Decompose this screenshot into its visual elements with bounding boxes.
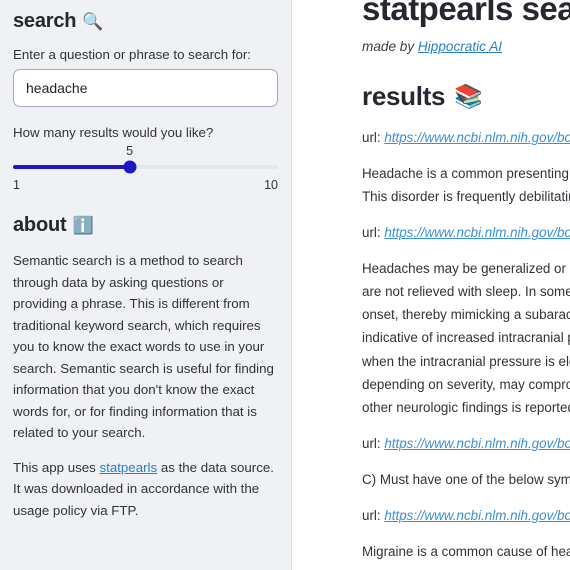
slider-value-badge: 5: [126, 144, 134, 158]
books-icon: 📚: [454, 83, 483, 110]
hippocratic-ai-link[interactable]: Hippocratic AI: [418, 39, 502, 54]
result-url-4: url: https://www.ncbi.nlm.nih.gov/books/…: [362, 508, 570, 523]
slider-min-label: 1: [13, 178, 20, 192]
result-text-4: Migraine is a common cause of headache, …: [362, 543, 570, 559]
about-heading-label: about: [13, 214, 67, 236]
result-url-1: url: https://www.ncbi.nlm.nih.gov/books/…: [362, 130, 570, 145]
url-label-4: url:: [362, 507, 385, 523]
statpearls-link[interactable]: statpearls: [99, 460, 157, 475]
url-label-3: url:: [362, 435, 385, 451]
app-root: search 🔍 Enter a question or phrase to s…: [0, 0, 570, 570]
sidebar: search 🔍 Enter a question or phrase to s…: [0, 0, 292, 570]
page-title: statpearls search: [362, 0, 570, 27]
result-text-3: C) Must have one of the below symptoms o…: [362, 471, 570, 487]
made-by-line: made by Hippocratic AI: [362, 39, 570, 54]
url-label-1: url:: [362, 130, 385, 146]
result-url-2: url: https://www.ncbi.nlm.nih.gov/books/…: [362, 225, 570, 240]
main-panel: statpearls search made by Hippocratic AI…: [292, 0, 570, 570]
main-content: statpearls search made by Hippocratic AI…: [292, 0, 570, 563]
result-link-2[interactable]: https://www.ncbi.nlm.nih.gov/books/NBK55…: [384, 225, 570, 240]
slider-thumb[interactable]: [123, 160, 137, 174]
result-text-1: Headache is a common presenting symptom …: [362, 166, 570, 205]
info-icon: ℹ️: [72, 216, 94, 235]
results-count-slider[interactable]: 5 1 10: [13, 144, 278, 192]
about-p2-pre: This app uses: [13, 459, 100, 475]
slider-fill: [13, 165, 130, 169]
slider-track[interactable]: [13, 160, 278, 174]
search-input[interactable]: headache: [13, 69, 278, 107]
result-text-2: Headaches may be generalized or diffuse,…: [362, 261, 570, 415]
made-by-prefix: made by: [362, 39, 418, 55]
search-icon: 🔍: [82, 12, 104, 31]
results-heading-label: results: [362, 81, 446, 112]
results-heading: results 📚: [362, 81, 570, 112]
result-link-1[interactable]: https://www.ncbi.nlm.nih.gov/books/NBK55…: [384, 130, 570, 145]
about-heading: about ℹ️: [13, 214, 278, 237]
url-label-2: url:: [362, 225, 385, 241]
results-count-label: How many results would you like?: [13, 125, 214, 140]
slider-max-label: 10: [264, 178, 278, 192]
about-paragraph-1: Semantic search is a method to search th…: [13, 253, 274, 441]
search-heading: search 🔍: [13, 10, 278, 33]
result-link-4[interactable]: https://www.ncbi.nlm.nih.gov/books/NBK55…: [384, 508, 570, 523]
result-link-3[interactable]: https://www.ncbi.nlm.nih.gov/books/NBK55…: [384, 436, 570, 451]
search-heading-label: search: [13, 10, 77, 32]
about-paragraph-2: This app uses statpearls as the data sou…: [13, 457, 278, 522]
search-input-label: Enter a question or phrase to search for…: [13, 47, 252, 62]
result-url-3: url: https://www.ncbi.nlm.nih.gov/books/…: [362, 436, 570, 451]
search-input-value: headache: [26, 80, 88, 96]
slider-endpoints: 1 10: [13, 178, 278, 192]
